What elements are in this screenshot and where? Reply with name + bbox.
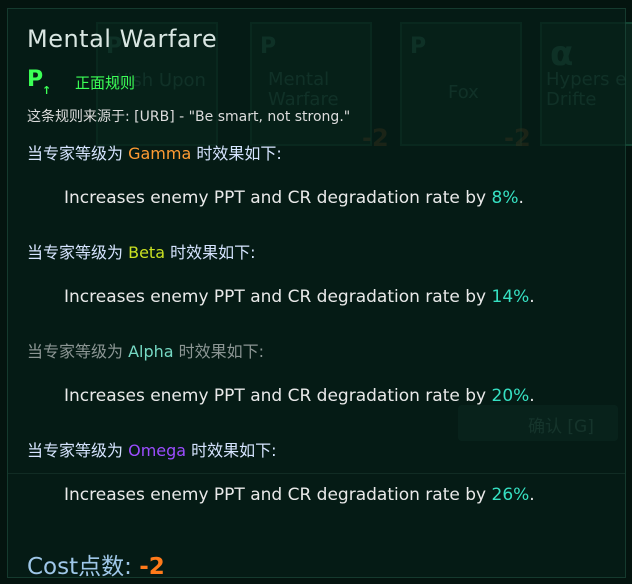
effect-percent: 20% (491, 386, 530, 406)
rule-tooltip: Mental Warfare P ↑ 正面规则 这条规则来源于: [URB] - … (7, 8, 626, 581)
rule-source: 这条规则来源于: [URB] - "Be smart, not strong." (27, 109, 351, 125)
grade-alpha: Alpha (128, 342, 174, 361)
effect-percent: 8% (491, 188, 519, 208)
positive-rule-icon: P ↑ (27, 67, 52, 98)
grade-beta: Beta (128, 243, 165, 262)
tooltip-title: Mental Warfare (27, 25, 218, 53)
effect-percent: 14% (491, 287, 530, 307)
rule-type-label: 正面规则 (75, 74, 136, 92)
grade-omega: Omega (128, 441, 187, 460)
grade-gamma: Gamma (128, 144, 192, 163)
level-effect-beta: Increases enemy PPT and CR degradation r… (64, 287, 535, 307)
effect-percent: 26% (491, 485, 530, 505)
level-heading-beta: 当专家等级为 Beta 时效果如下: (27, 243, 256, 262)
level-heading-gamma: 当专家等级为 Gamma 时效果如下: (27, 144, 282, 163)
level-effect-omega: Increases enemy PPT and CR degradation r… (64, 485, 535, 505)
cost-label: Cost点数: (27, 554, 140, 580)
level-effect-gamma: Increases enemy PPT and CR degradation r… (64, 188, 524, 208)
level-effect-alpha: Increases enemy PPT and CR degradation r… (64, 386, 535, 406)
level-heading-alpha: 当专家等级为 Alpha 时效果如下: (27, 342, 265, 361)
cost-line: Cost点数: -2 (27, 547, 165, 581)
divider (8, 473, 625, 474)
cost-value: -2 (139, 554, 165, 580)
level-heading-omega: 当专家等级为 Omega 时效果如下: (27, 441, 277, 460)
